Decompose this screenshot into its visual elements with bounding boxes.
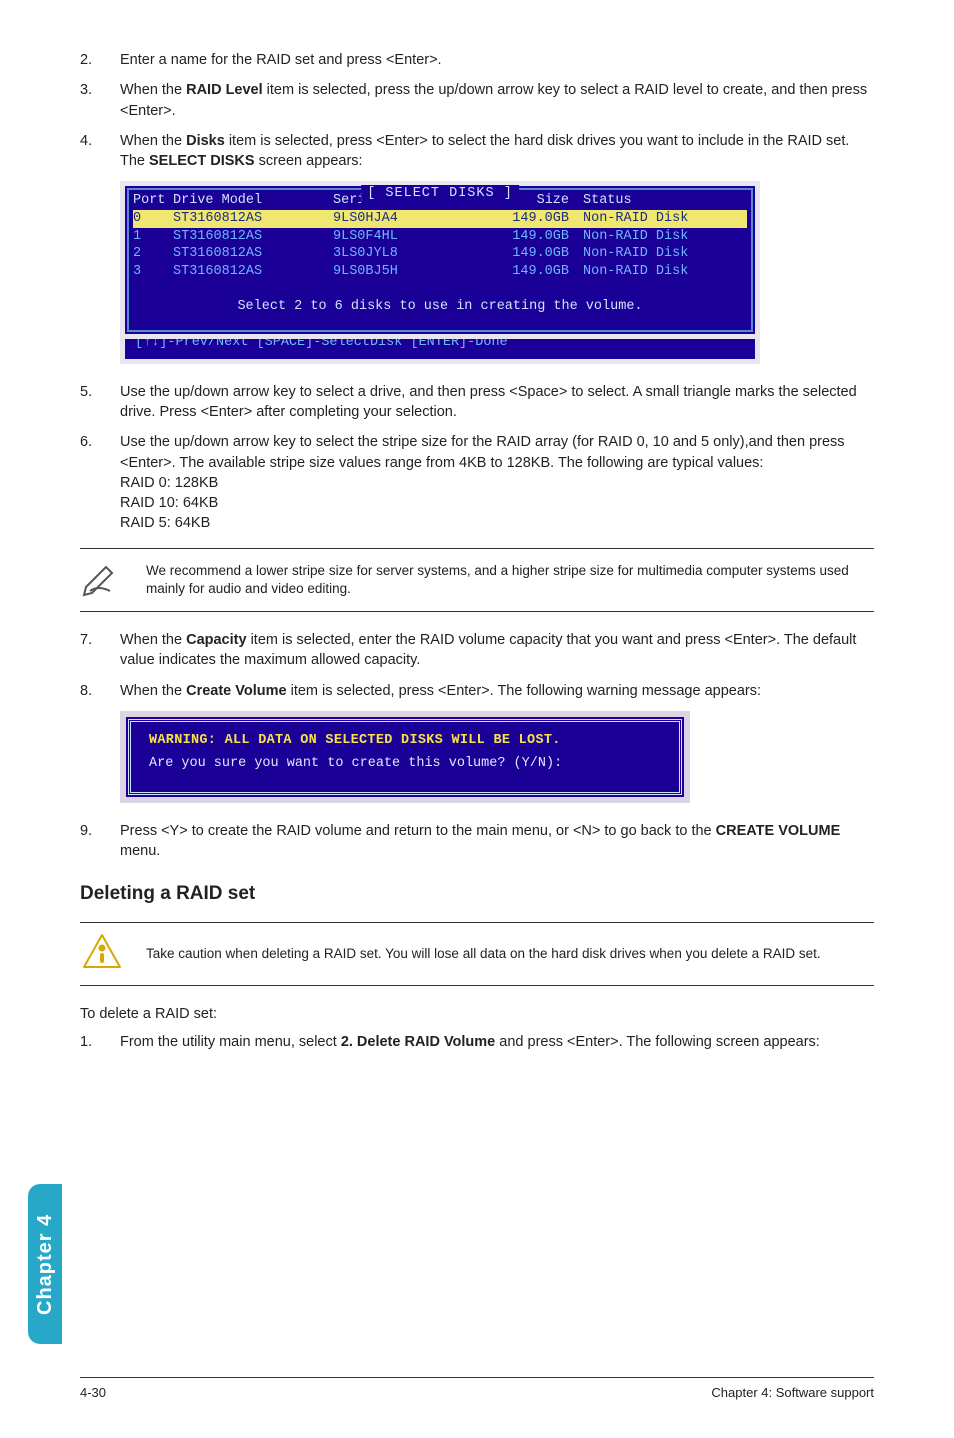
page-number: 4-30 xyxy=(80,1384,106,1402)
delete-lead: To delete a RAID set: xyxy=(80,1004,874,1024)
delete-step-1: 1. From the utility main menu, select 2.… xyxy=(80,1032,874,1052)
warning-line1: WARNING: ALL DATA ON SELECTED DISKS WILL… xyxy=(149,732,661,751)
step-text: Use the up/down arrow key to select the … xyxy=(120,432,874,533)
select-disks-row: 1 ST3160812AS 9LS0F4HL 149.0GB Non-RAID … xyxy=(133,228,747,246)
step-num: 8. xyxy=(80,681,120,701)
warning-prompt: WARNING: ALL DATA ON SELECTED DISKS WILL… xyxy=(120,711,874,803)
step-num: 9. xyxy=(80,821,120,862)
steps-5-6: 5. Use the up/down arrow key to select a… xyxy=(80,382,874,534)
step-text: When the Capacity item is selected, ente… xyxy=(120,630,874,671)
select-disks-row: 2 ST3160812AS 3LS0JYL8 149.0GB Non-RAID … xyxy=(133,245,747,263)
step-num: 4. xyxy=(80,131,120,172)
step-num: 6. xyxy=(80,432,120,533)
note-text: We recommend a lower stripe size for ser… xyxy=(146,562,874,598)
step-9: 9. Press <Y> to create the RAID volume a… xyxy=(80,821,874,862)
step-text: When the Disks item is selected, press <… xyxy=(120,131,874,172)
footer-chapter: Chapter 4: Software support xyxy=(711,1384,874,1402)
select-disks-row: 0 ST3160812AS 9LS0HJA4 149.0GB Non-RAID … xyxy=(133,210,747,228)
chapter-side-tab: Chapter 4 xyxy=(28,1184,62,1344)
step-num: 5. xyxy=(80,382,120,423)
step-text: Enter a name for the RAID set and press … xyxy=(120,50,874,70)
steps-7-8: 7. When the Capacity item is selected, e… xyxy=(80,630,874,701)
pencil-note-icon xyxy=(80,557,126,603)
select-disks-screenshot: [ SELECT DISKS ] Port Drive Model Serial… xyxy=(120,181,874,363)
caution-triangle-icon xyxy=(80,931,126,977)
caution-text: Take caution when deleting a RAID set. Y… xyxy=(146,945,821,963)
step-text: From the utility main menu, select 2. De… xyxy=(120,1032,874,1052)
note-stripe-size: We recommend a lower stripe size for ser… xyxy=(80,548,874,612)
select-disks-footer: Select 2 to 6 disks to use in creating t… xyxy=(133,298,747,316)
steps-2-4: 2. Enter a name for the RAID set and pre… xyxy=(80,50,874,171)
step-text: Press <Y> to create the RAID volume and … xyxy=(120,821,874,862)
page-footer: 4-30 Chapter 4: Software support xyxy=(80,1377,874,1402)
step-text: Use the up/down arrow key to select a dr… xyxy=(120,382,874,423)
step-num: 2. xyxy=(80,50,120,70)
step-text: When the RAID Level item is selected, pr… xyxy=(120,80,874,121)
step-text: When the Create Volume item is selected,… xyxy=(120,681,874,701)
select-disks-row: 3 ST3160812AS 9LS0BJ5H 149.0GB Non-RAID … xyxy=(133,263,747,281)
caution-delete-raid: Take caution when deleting a RAID set. Y… xyxy=(80,922,874,986)
step-num: 3. xyxy=(80,80,120,121)
step-num: 7. xyxy=(80,630,120,671)
select-disks-title: [ SELECT DISKS ] xyxy=(361,185,519,203)
step-num: 1. xyxy=(80,1032,120,1052)
warning-line2: Are you sure you want to create this vol… xyxy=(149,755,661,774)
heading-deleting-raid: Deleting a RAID set xyxy=(80,881,874,908)
